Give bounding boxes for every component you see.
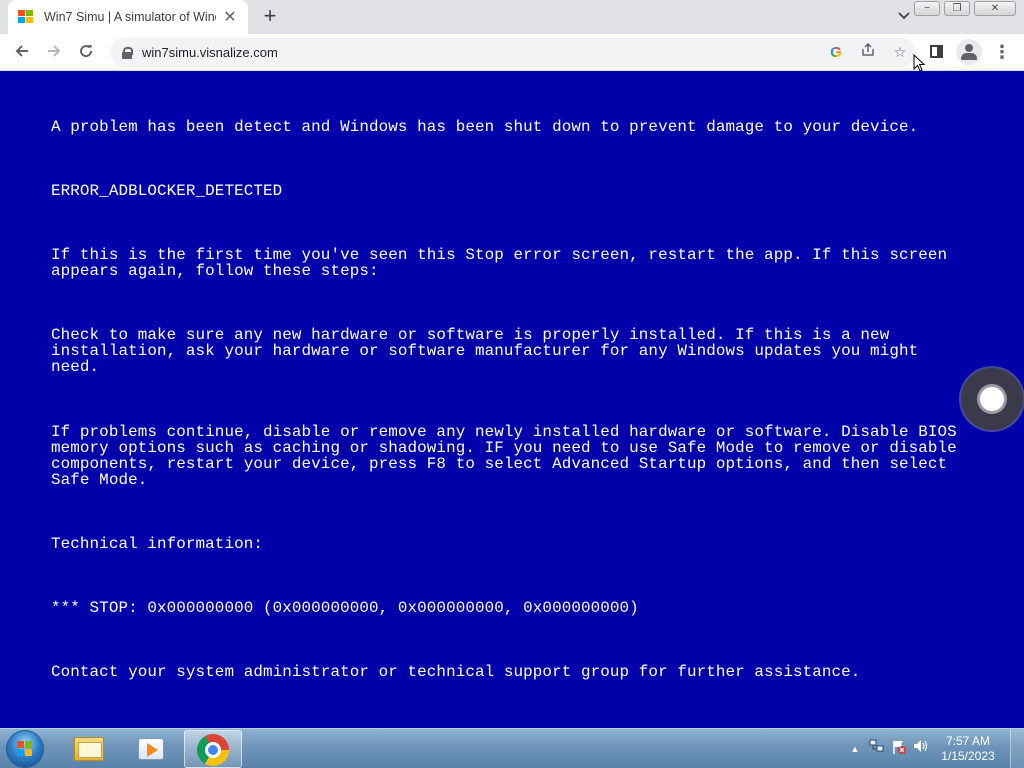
forward-button[interactable] <box>42 41 66 65</box>
profile-avatar-icon[interactable] <box>956 39 982 65</box>
volume-icon[interactable] <box>910 739 932 759</box>
reload-icon <box>80 45 93 58</box>
more-menu-icon[interactable]: ⋮ <box>988 38 1016 66</box>
bsod-paragraph-check-hardware: Check to make sure any new hardware or s… <box>51 326 919 376</box>
taskbar-chrome[interactable] <box>184 730 242 768</box>
bsod-paragraph-problems-continue: If problems continue, disable or remove … <box>51 423 957 489</box>
bsod-headline: A problem has been detect and Windows ha… <box>51 118 919 136</box>
blue-screen-content: A problem has been detect and Windows ha… <box>0 71 1024 728</box>
side-panel-icon[interactable] <box>923 38 951 66</box>
taskbar-explorer[interactable] <box>60 730 118 768</box>
window-controls: − ❐ ✕ <box>914 1 1016 16</box>
new-tab-button[interactable]: + <box>258 5 282 29</box>
bookmark-star-icon[interactable]: ☆ <box>884 38 916 67</box>
clock-time: 7:57 AM <box>945 734 991 748</box>
bsod-contact-line: Contact your system administrator or tec… <box>51 663 861 681</box>
show-desktop-button[interactable] <box>1010 729 1024 768</box>
google-lens-icon[interactable]: G <box>820 38 852 67</box>
bsod-error-code: ERROR_ADBLOCKER_DETECTED <box>51 182 283 200</box>
lock-icon[interactable] <box>122 46 133 59</box>
media-player-icon <box>138 738 164 760</box>
close-window-button[interactable]: ✕ <box>974 1 1016 16</box>
reload-button[interactable] <box>74 41 98 65</box>
system-tray: ▲ 7:57 AM 1/15/2023 <box>844 729 1024 768</box>
back-button[interactable] <box>10 41 34 65</box>
taskbar-media-player[interactable] <box>122 730 180 768</box>
tab-title: Win7 Simu | A simulator of Windows 7 <box>44 10 216 24</box>
clock-date: 1/15/2023 <box>941 749 995 763</box>
network-icon[interactable] <box>866 739 888 759</box>
folder-icon <box>74 737 104 761</box>
browser-tab-strip: Win7 Simu | A simulator of Windows 7 ✕ +… <box>0 0 1024 34</box>
windows-logo-icon <box>18 10 34 24</box>
bsod-stop-code: *** STOP: 0x000000000 (0x000000000, 0x00… <box>51 599 639 617</box>
minimize-button[interactable]: − <box>914 1 940 16</box>
taskbar-clock[interactable]: 7:57 AM 1/15/2023 <box>932 734 1004 764</box>
screen-recorder-button[interactable] <box>961 368 1023 430</box>
tab-close-icon[interactable]: ✕ <box>222 7 238 27</box>
bsod-technical-label: Technical information: <box>51 535 263 553</box>
chrome-icon <box>197 734 229 766</box>
forward-arrow-icon <box>48 45 61 57</box>
windows-flag-icon <box>17 741 33 757</box>
browser-toolbar: win7simu.visnalize.com G ☆ ⋮ <box>0 34 1024 71</box>
browser-tab[interactable]: Win7 Simu | A simulator of Windows 7 ✕ <box>8 0 248 34</box>
restore-button[interactable]: ❐ <box>944 1 970 16</box>
action-center-flag-icon[interactable] <box>888 739 910 759</box>
address-bar[interactable]: win7simu.visnalize.com G ☆ <box>110 38 916 67</box>
start-button[interactable] <box>6 730 44 768</box>
bsod-paragraph-first-time: If this is the first time you've seen th… <box>51 246 948 280</box>
url-text[interactable]: win7simu.visnalize.com <box>142 45 820 60</box>
tab-search-chevron-icon[interactable] <box>894 8 914 28</box>
share-icon[interactable] <box>852 38 884 67</box>
back-arrow-icon <box>15 45 28 57</box>
show-hidden-icons-icon[interactable]: ▲ <box>844 739 866 759</box>
taskbar: ▲ 7:57 AM 1/15/2023 <box>0 728 1024 768</box>
